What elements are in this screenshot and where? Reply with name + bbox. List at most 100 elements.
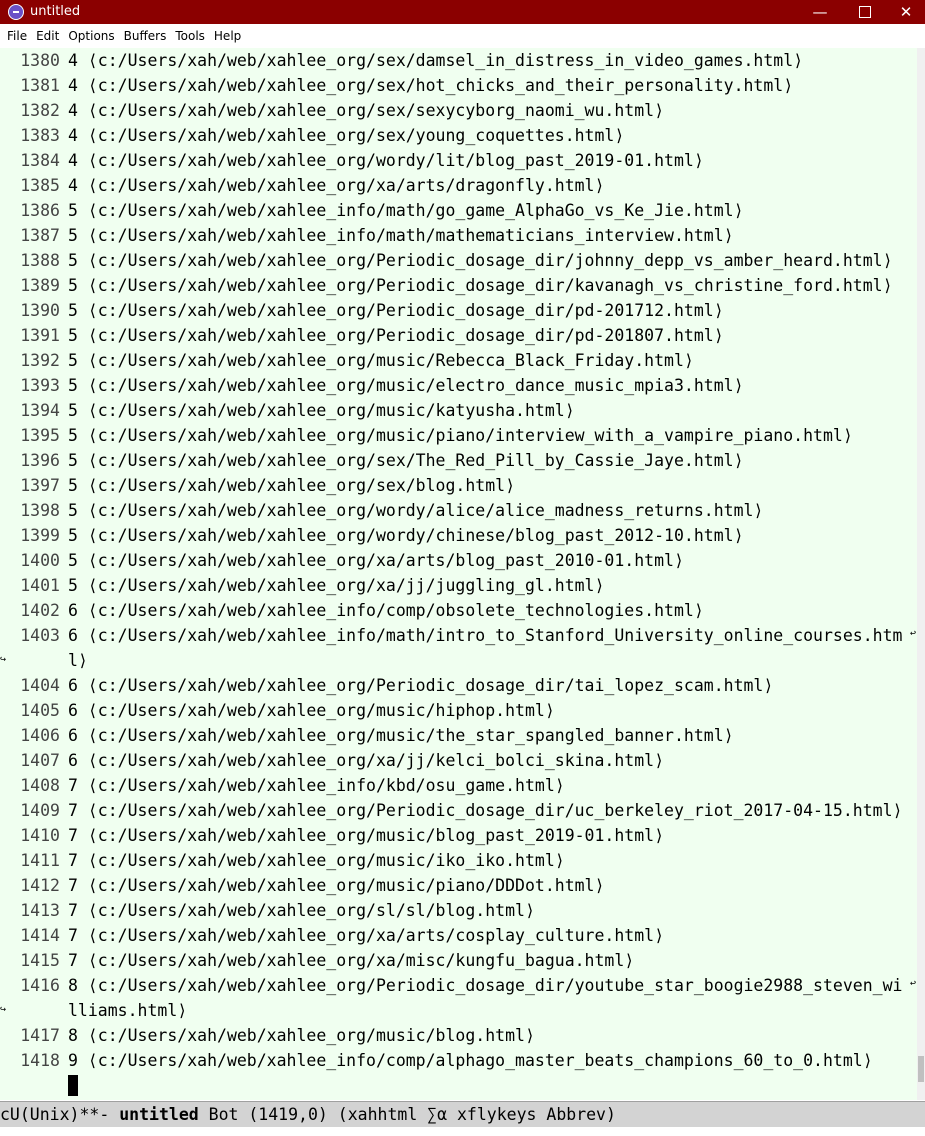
line-text: 7 ⟨c:/Users/xah/web/xahlee_org/music/blo… — [68, 826, 665, 845]
code-line[interactable]: 1381 4 ⟨c:/Users/xah/web/xahlee_org/sex/h… — [8, 73, 909, 98]
code-line[interactable]: 1414 7 ⟨c:/Users/xah/web/xahlee_org/xa/ar… — [8, 923, 909, 948]
code-line[interactable]: 1404 6 ⟨c:/Users/xah/web/xahlee_org/Perio… — [8, 673, 909, 698]
line-number: 1416 — [20, 976, 60, 995]
code-line[interactable]: 1410 7 ⟨c:/Users/xah/web/xahlee_org/music… — [8, 823, 909, 848]
line-number: 1402 — [20, 601, 60, 620]
editor-buffer[interactable]: 1380 4 ⟨c:/Users/xah/web/xahlee_org/sex/d… — [0, 48, 917, 1100]
menu-edit[interactable]: Edit — [36, 29, 59, 43]
line-number: 1417 — [20, 1026, 60, 1045]
code-line[interactable]: 1397 5 ⟨c:/Users/xah/web/xahlee_org/sex/b… — [8, 473, 909, 498]
code-line[interactable]: 1406 6 ⟨c:/Users/xah/web/xahlee_org/music… — [8, 723, 909, 748]
code-line[interactable]: 1387 5 ⟨c:/Users/xah/web/xahlee_info/math… — [8, 223, 909, 248]
code-line[interactable]: 1384 4 ⟨c:/Users/xah/web/xahlee_org/wordy… — [8, 148, 909, 173]
line-text: 7 ⟨c:/Users/xah/web/xahlee_org/xa/misc/k… — [68, 951, 635, 970]
code-line[interactable]: 1405 6 ⟨c:/Users/xah/web/xahlee_org/music… — [8, 698, 909, 723]
code-line[interactable]: 1383 4 ⟨c:/Users/xah/web/xahlee_org/sex/y… — [8, 123, 909, 148]
code-line[interactable]: 1390 5 ⟨c:/Users/xah/web/xahlee_org/Perio… — [8, 298, 909, 323]
modeline-info: Bot (1419,0) (xahhtml ∑α xflykeys Abbrev… — [198, 1105, 616, 1124]
code-line[interactable]: 1393 5 ⟨c:/Users/xah/web/xahlee_org/music… — [8, 373, 909, 398]
line-number: 1381 — [20, 76, 60, 95]
menu-tools[interactable]: Tools — [175, 29, 205, 43]
code-line[interactable]: 1413 7 ⟨c:/Users/xah/web/xahlee_org/sl/sl… — [8, 898, 909, 923]
line-text: 5 ⟨c:/Users/xah/web/xahlee_org/sex/The_R… — [68, 451, 744, 470]
code-line[interactable]: 1401 5 ⟨c:/Users/xah/web/xahlee_org/xa/jj… — [8, 573, 909, 598]
line-text: 7 ⟨c:/Users/xah/web/xahlee_info/kbd/osu_… — [68, 776, 565, 795]
modeline-status: cU(Unix)**- — [0, 1105, 120, 1124]
code-line[interactable]: 1417 8 ⟨c:/Users/xah/web/xahlee_org/music… — [8, 1023, 909, 1048]
code-line[interactable]: 1391 5 ⟨c:/Users/xah/web/xahlee_org/Perio… — [8, 323, 909, 348]
line-text: 5 ⟨c:/Users/xah/web/xahlee_org/wordy/ali… — [68, 501, 764, 520]
code-line[interactable]: 1399 5 ⟨c:/Users/xah/web/xahlee_org/wordy… — [8, 523, 909, 548]
line-text: 6 ⟨c:/Users/xah/web/xahlee_org/xa/jj/kel… — [68, 751, 665, 770]
line-text: 5 ⟨c:/Users/xah/web/xahlee_org/music/Reb… — [68, 351, 694, 370]
code-line[interactable]: 1418 9 ⟨c:/Users/xah/web/xahlee_info/comp… — [8, 1048, 909, 1073]
code-line[interactable]: 1400 5 ⟨c:/Users/xah/web/xahlee_org/xa/ar… — [8, 548, 909, 573]
code-line[interactable]: 1407 6 ⟨c:/Users/xah/web/xahlee_org/xa/jj… — [8, 748, 909, 773]
code-line[interactable]: 1415 7 ⟨c:/Users/xah/web/xahlee_org/xa/mi… — [8, 948, 909, 973]
minibuffer[interactable] — [0, 1127, 925, 1136]
modeline-buffer-name[interactable]: untitled — [119, 1105, 198, 1124]
line-number: 1382 — [20, 101, 60, 120]
continuation-arrow-icon: ↪ — [0, 1004, 7, 1015]
line-number: 1414 — [20, 926, 60, 945]
line-number: 1411 — [20, 851, 60, 870]
vertical-scrollbar[interactable] — [917, 48, 925, 1100]
line-number: 1380 — [20, 51, 60, 70]
scrollbar-thumb[interactable] — [918, 1056, 924, 1082]
code-line[interactable]: 1412 7 ⟨c:/Users/xah/web/xahlee_org/music… — [8, 873, 909, 898]
code-line[interactable]: 1396 5 ⟨c:/Users/xah/web/xahlee_org/sex/T… — [8, 448, 909, 473]
line-text: 5 ⟨c:/Users/xah/web/xahlee_org/Periodic_… — [68, 276, 893, 295]
code-line[interactable]: 1409 7 ⟨c:/Users/xah/web/xahlee_org/Perio… — [8, 798, 909, 823]
line-text: 5 ⟨c:/Users/xah/web/xahlee_org/xa/jj/jug… — [68, 576, 605, 595]
close-button[interactable]: ✕ — [887, 0, 925, 24]
code-line[interactable]: 1395 5 ⟨c:/Users/xah/web/xahlee_org/music… — [8, 423, 909, 448]
line-text: 5 ⟨c:/Users/xah/web/xahlee_info/math/go_… — [68, 201, 744, 220]
cursor-line[interactable] — [8, 1073, 909, 1098]
code-line-continuation[interactable]: ↪ l⟩ — [0, 648, 909, 673]
code-line[interactable]: 1416 8 ⟨c:/Users/xah/web/xahlee_org/Perio… — [8, 973, 916, 998]
code-line[interactable]: 1408 7 ⟨c:/Users/xah/web/xahlee_info/kbd/… — [8, 773, 909, 798]
line-text: 8 ⟨c:/Users/xah/web/xahlee_org/Periodic_… — [68, 976, 903, 995]
text-cursor — [68, 1075, 78, 1096]
code-line[interactable]: 1385 4 ⟨c:/Users/xah/web/xahlee_org/xa/ar… — [8, 173, 909, 198]
code-line[interactable]: 1392 5 ⟨c:/Users/xah/web/xahlee_org/music… — [8, 348, 909, 373]
line-text: 6 ⟨c:/Users/xah/web/xahlee_info/comp/obs… — [68, 601, 704, 620]
code-line[interactable]: 1411 7 ⟨c:/Users/xah/web/xahlee_org/music… — [8, 848, 909, 873]
line-number: 1391 — [20, 326, 60, 345]
code-line[interactable]: 1389 5 ⟨c:/Users/xah/web/xahlee_org/Perio… — [8, 273, 909, 298]
line-text: 7 ⟨c:/Users/xah/web/xahlee_org/Periodic_… — [68, 801, 903, 820]
menu-file[interactable]: File — [7, 29, 27, 43]
line-number: 1415 — [20, 951, 60, 970]
menu-help[interactable]: Help — [214, 29, 241, 43]
maximize-button[interactable] — [842, 0, 888, 24]
code-line[interactable]: 1386 5 ⟨c:/Users/xah/web/xahlee_info/math… — [8, 198, 909, 223]
minimize-button[interactable]: — — [797, 0, 843, 24]
line-number: 1388 — [20, 251, 60, 270]
buffer-text[interactable]: 1380 4 ⟨c:/Users/xah/web/xahlee_org/sex/d… — [0, 48, 916, 1098]
menu-options[interactable]: Options — [68, 29, 114, 43]
code-line[interactable]: 1403 6 ⟨c:/Users/xah/web/xahlee_info/math… — [8, 623, 916, 648]
line-text: 6 ⟨c:/Users/xah/web/xahlee_org/music/the… — [68, 726, 734, 745]
code-line[interactable]: 1382 4 ⟨c:/Users/xah/web/xahlee_org/sex/s… — [8, 98, 909, 123]
left-fringe — [0, 48, 8, 1100]
line-text: 7 ⟨c:/Users/xah/web/xahlee_org/sl/sl/blo… — [68, 901, 535, 920]
code-line[interactable]: 1402 6 ⟨c:/Users/xah/web/xahlee_info/comp… — [8, 598, 909, 623]
code-line[interactable]: 1380 4 ⟨c:/Users/xah/web/xahlee_org/sex/d… — [8, 48, 909, 73]
menu-bar: File Edit Options Buffers Tools Help — [0, 24, 925, 48]
code-line-continuation[interactable]: ↪ lliams.html⟩ — [0, 998, 909, 1023]
menu-buffers[interactable]: Buffers — [124, 29, 167, 43]
line-number: 1401 — [20, 576, 60, 595]
line-number: 1413 — [20, 901, 60, 920]
mode-line[interactable]: cU(Unix)**- untitled Bot (1419,0) (xahht… — [0, 1101, 925, 1128]
line-number: 1383 — [20, 126, 60, 145]
code-line[interactable]: 1398 5 ⟨c:/Users/xah/web/xahlee_org/wordy… — [8, 498, 909, 523]
line-number: 1395 — [20, 426, 60, 445]
code-line[interactable]: 1388 5 ⟨c:/Users/xah/web/xahlee_org/Perio… — [8, 248, 909, 273]
line-text: 5 ⟨c:/Users/xah/web/xahlee_org/music/pia… — [68, 426, 853, 445]
code-line[interactable]: 1394 5 ⟨c:/Users/xah/web/xahlee_org/music… — [8, 398, 909, 423]
line-number: 1408 — [20, 776, 60, 795]
line-number: 1399 — [20, 526, 60, 545]
window-titlebar[interactable]: untitled — ✕ — [0, 0, 925, 24]
line-text: 8 ⟨c:/Users/xah/web/xahlee_org/music/blo… — [68, 1026, 535, 1045]
line-text: 4 ⟨c:/Users/xah/web/xahlee_org/sex/hot_c… — [68, 76, 794, 95]
